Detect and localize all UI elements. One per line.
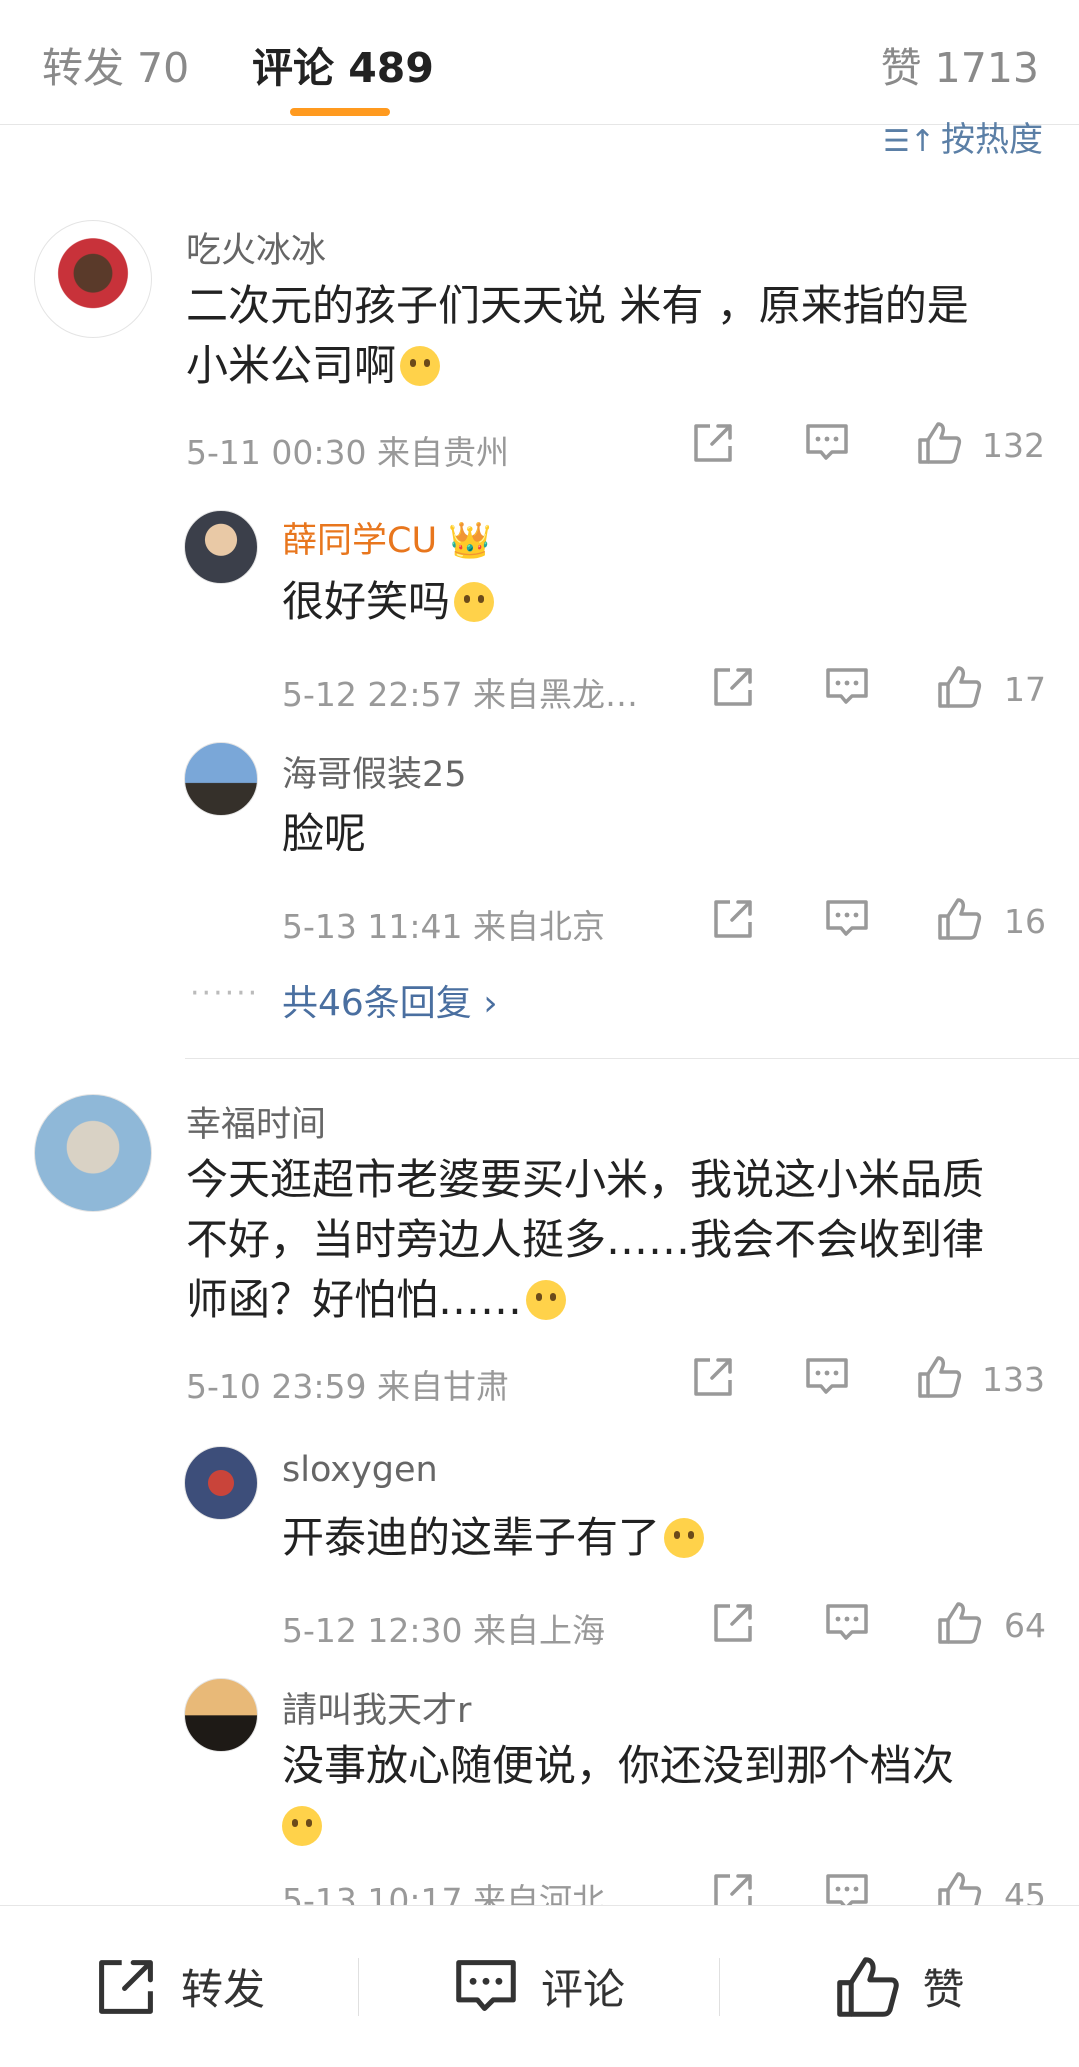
doge-emoji xyxy=(664,1518,705,1558)
bottom-action-bar: 转发 评论 赞 xyxy=(0,1905,1079,2067)
crown-icon: 👑 xyxy=(448,521,492,561)
reply-meta: 5-12 22:57 来自黑龙… xyxy=(282,675,638,714)
avatar[interactable] xyxy=(184,510,258,584)
tab-repost[interactable]: 转发 70 xyxy=(42,34,189,94)
comment-text: 二次元的孩子们天天说 米有 ，原来指的是 小米公司啊 xyxy=(186,281,969,390)
reply-username[interactable]: sloxygen xyxy=(282,1450,438,1490)
comment-icon[interactable] xyxy=(804,1354,850,1400)
like-count: 16 xyxy=(1004,902,1046,941)
share-icon[interactable] xyxy=(690,1354,736,1400)
comment-icon xyxy=(456,1959,516,2011)
like-icon xyxy=(837,1956,900,2017)
like-button[interactable]: 赞 xyxy=(720,1906,1079,2067)
more-replies-link[interactable]: 共46条回复 › xyxy=(282,974,498,1026)
reply-text: 开泰迪的这辈子有了 xyxy=(282,1508,705,1568)
like-icon[interactable] xyxy=(936,664,982,710)
reply-meta: 5-13 11:41 来自北京 xyxy=(282,907,605,946)
comment-icon[interactable] xyxy=(824,1600,870,1646)
comment-icon[interactable] xyxy=(824,896,870,942)
avatar[interactable] xyxy=(184,742,258,816)
like-icon[interactable] xyxy=(936,1600,982,1646)
comment-icon[interactable] xyxy=(804,420,850,466)
share-icon[interactable] xyxy=(710,1600,756,1646)
comment-username[interactable]: 吃火冰冰 xyxy=(186,222,326,273)
reply-text: 很好笑吗 xyxy=(282,572,495,632)
comment-divider xyxy=(185,1058,1079,1059)
share-icon[interactable] xyxy=(690,420,736,466)
like-count: 64 xyxy=(1004,1606,1046,1645)
share-icon[interactable] xyxy=(710,664,756,710)
avatar[interactable] xyxy=(34,220,152,338)
repost-button[interactable]: 转发 xyxy=(0,1906,358,2067)
avatar[interactable] xyxy=(34,1094,152,1212)
comment-meta: 5-10 23:59 来自甘肃 xyxy=(186,1367,509,1406)
reply-text: 没事放心随便说，你还没到那个档次 xyxy=(282,1736,1042,1856)
comment-username[interactable]: 幸福时间 xyxy=(186,1096,326,1147)
tab-bar: 转发 70 评论 489 赞 1713 xyxy=(0,0,1079,125)
reply-username[interactable]: 薛同学CU 👑 xyxy=(282,512,492,563)
ellipsis-dots: ······ xyxy=(190,976,260,1011)
like-icon[interactable] xyxy=(916,1354,962,1400)
like-icon[interactable] xyxy=(936,896,982,942)
sort-icon: ☰↑ xyxy=(882,124,935,159)
tab-comment[interactable]: 评论 489 xyxy=(252,34,434,94)
comment-meta: 5-11 00:30 来自贵州 xyxy=(186,433,509,472)
active-tab-indicator xyxy=(290,108,390,116)
like-count: 132 xyxy=(982,426,1045,465)
smile-emoji xyxy=(454,582,495,622)
reply-username[interactable]: 海哥假装25 xyxy=(282,746,467,797)
drool-emoji xyxy=(282,1806,322,1846)
avatar[interactable] xyxy=(184,1678,258,1752)
reply-username[interactable]: 請叫我天才r xyxy=(282,1682,471,1733)
reply-text: 脸呢 xyxy=(282,809,367,858)
laugh-cry-emoji xyxy=(526,1280,567,1320)
sort-by-hot-button[interactable]: ☰↑ 按热度 xyxy=(883,112,1043,161)
tab-like[interactable]: 赞 1713 xyxy=(881,34,1039,94)
avatar[interactable] xyxy=(184,1446,258,1520)
doge-emoji xyxy=(400,346,441,386)
like-count: 133 xyxy=(982,1360,1045,1399)
share-icon xyxy=(99,1959,153,2014)
like-icon[interactable] xyxy=(916,420,962,466)
like-count: 17 xyxy=(1004,670,1046,709)
share-icon[interactable] xyxy=(710,896,756,942)
comment-icon[interactable] xyxy=(824,664,870,710)
sort-label: 按热度 xyxy=(941,120,1043,160)
comment-button[interactable]: 评论 xyxy=(359,1906,719,2067)
reply-meta: 5-12 12:30 来自上海 xyxy=(282,1611,605,1650)
comment-text: 今天逛超市老婆要买小米，我说这小米品质 不好，当时旁边人挺多……我会不会收到律 … xyxy=(186,1155,985,1324)
